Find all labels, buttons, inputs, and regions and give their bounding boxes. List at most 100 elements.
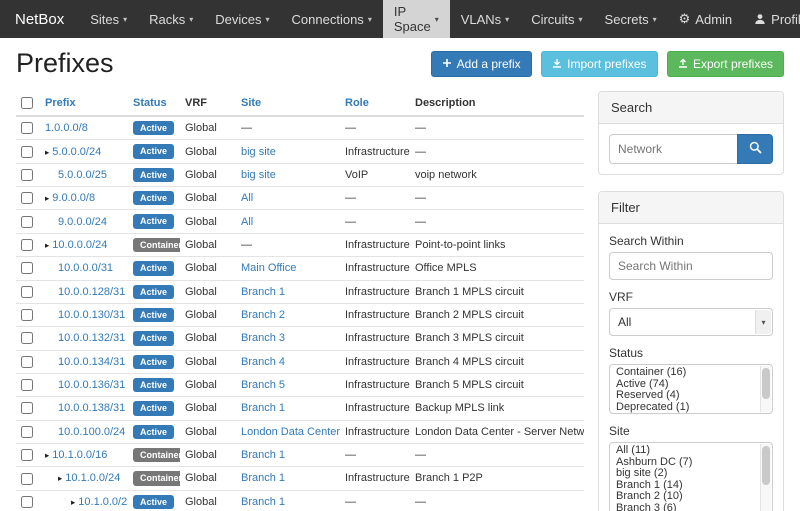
nav-item-devices[interactable]: Devices▾: [204, 0, 280, 38]
prefix-link[interactable]: 10.0.0.128/31: [58, 286, 125, 298]
nav-item-ip-space[interactable]: IP Space▾: [383, 0, 450, 38]
export-prefixes-button[interactable]: Export prefixes: [667, 51, 784, 77]
search-input[interactable]: [609, 134, 737, 164]
sort-status-header[interactable]: Status: [133, 97, 167, 109]
status-option[interactable]: Reserved (4): [611, 390, 758, 402]
site-option[interactable]: All (11): [611, 445, 758, 457]
site-option[interactable]: Branch 1 (14): [611, 480, 758, 492]
site-option[interactable]: Branch 2 (10): [611, 491, 758, 503]
site-option[interactable]: big site (2): [611, 468, 758, 480]
site-link[interactable]: All: [241, 216, 253, 228]
row-checkbox[interactable]: [21, 356, 33, 368]
prefix-link[interactable]: 10.0.0.0/24: [52, 239, 107, 251]
row-checkbox[interactable]: [21, 169, 33, 181]
site-link[interactable]: Branch 2: [241, 309, 285, 321]
prefix-link[interactable]: 10.1.0.0/16: [52, 449, 107, 461]
site-link[interactable]: Branch 1: [241, 286, 285, 298]
scrollbar[interactable]: [760, 444, 771, 511]
site-link[interactable]: big site: [241, 146, 276, 158]
role-cell: Infrastructure: [340, 420, 410, 443]
site-link[interactable]: Branch 4: [241, 356, 285, 368]
nav-item-vlans[interactable]: VLANs▾: [450, 0, 520, 38]
row-checkbox[interactable]: [21, 146, 33, 158]
site-link[interactable]: All: [241, 192, 253, 204]
brand[interactable]: NetBox: [0, 0, 79, 38]
site-link[interactable]: Branch 1: [241, 472, 285, 484]
nav-item-racks[interactable]: Racks▾: [138, 0, 204, 38]
admin-link[interactable]: ⚙ Admin: [668, 0, 744, 38]
site-link[interactable]: London Data Center: [241, 426, 340, 438]
row-checkbox[interactable]: [21, 216, 33, 228]
site-option[interactable]: Branch 3 (6): [611, 503, 758, 511]
row-checkbox[interactable]: [21, 286, 33, 298]
sort-prefix-header[interactable]: Prefix: [45, 97, 76, 109]
search-button[interactable]: [737, 134, 773, 164]
nav-item-connections[interactable]: Connections▾: [281, 0, 383, 38]
status-option[interactable]: Container (16): [611, 367, 758, 379]
site-multiselect[interactable]: All (11) Ashburn DC (7) big site (2) Bra…: [609, 442, 773, 511]
import-prefixes-button[interactable]: Import prefixes: [541, 51, 657, 77]
role-cell: Infrastructure: [340, 233, 410, 256]
page-header: Prefixes Add a prefix Import prefixes Ex…: [16, 38, 784, 91]
nav-item-secrets[interactable]: Secrets▾: [594, 0, 668, 38]
prefix-link[interactable]: 10.0.0.132/31: [58, 332, 125, 344]
sort-role-header[interactable]: Role: [345, 97, 369, 109]
table-row: ▸10.1.0.0/25 Active Global Branch 1 — —: [16, 490, 584, 511]
vrf-header: VRF: [180, 91, 236, 116]
add-prefix-button[interactable]: Add a prefix: [431, 51, 532, 77]
role-cell: Infrastructure: [340, 373, 410, 396]
row-checkbox[interactable]: [21, 192, 33, 204]
select-all-checkbox[interactable]: [21, 97, 33, 109]
row-checkbox[interactable]: [21, 332, 33, 344]
row-checkbox[interactable]: [21, 473, 33, 485]
row-checkbox[interactable]: [21, 239, 33, 251]
table-row: ▸5.0.0.0/24 Active Global big site Infra…: [16, 140, 584, 163]
prefix-link[interactable]: 9.0.0.0/8: [52, 192, 95, 204]
prefix-link[interactable]: 10.0.0.136/31: [58, 379, 125, 391]
site-link[interactable]: Branch 1: [241, 402, 285, 414]
prefix-link[interactable]: 10.0.0.0/31: [58, 262, 113, 274]
site-link[interactable]: Branch 5: [241, 379, 285, 391]
site-option[interactable]: Ashburn DC (7): [611, 457, 758, 469]
prefix-link[interactable]: 10.0.0.138/31: [58, 402, 125, 414]
row-checkbox[interactable]: [21, 402, 33, 414]
prefix-link[interactable]: 9.0.0.0/24: [58, 216, 107, 228]
nav-item-sites[interactable]: Sites▾: [79, 0, 138, 38]
prefix-link[interactable]: 10.0.100.0/24: [58, 426, 125, 438]
vrf-cell: Global: [180, 187, 236, 210]
row-checkbox[interactable]: [21, 496, 33, 508]
prefix-link[interactable]: 5.0.0.0/25: [58, 169, 107, 181]
import-prefixes-label: Import prefixes: [567, 57, 646, 71]
status-option[interactable]: Deprecated (1): [611, 402, 758, 414]
row-checkbox[interactable]: [21, 122, 33, 134]
sort-site-header[interactable]: Site: [241, 97, 261, 109]
status-multiselect[interactable]: Container (16) Active (74) Reserved (4) …: [609, 364, 773, 414]
prefix-link[interactable]: 1.0.0.0/8: [45, 122, 88, 134]
prefix-link[interactable]: 10.1.0.0/24: [65, 472, 120, 484]
prefix-link[interactable]: 10.1.0.0/25: [78, 496, 128, 508]
row-checkbox[interactable]: [21, 309, 33, 321]
site-link[interactable]: big site: [241, 169, 276, 181]
search-within-input[interactable]: [609, 252, 773, 280]
site-link[interactable]: Branch 3: [241, 332, 285, 344]
vrf-select[interactable]: All ▾: [609, 308, 773, 336]
scrollbar[interactable]: [760, 366, 771, 412]
site-link[interactable]: Branch 1: [241, 449, 285, 461]
row-checkbox[interactable]: [21, 262, 33, 274]
chevron-down-icon: ▾: [653, 15, 657, 24]
chevron-down-icon: ▾: [368, 15, 372, 24]
prefix-link[interactable]: 10.0.0.134/31: [58, 356, 125, 368]
row-checkbox[interactable]: [21, 426, 33, 438]
status-option[interactable]: Active (74): [611, 379, 758, 391]
site-link[interactable]: Main Office: [241, 262, 296, 274]
prefix-link[interactable]: 10.0.0.130/31: [58, 309, 125, 321]
status-badge: Container: [133, 238, 180, 252]
role-cell: Infrastructure: [340, 350, 410, 373]
nav-item-circuits[interactable]: Circuits▾: [520, 0, 593, 38]
prefix-link[interactable]: 5.0.0.0/24: [52, 146, 101, 158]
row-checkbox[interactable]: [21, 379, 33, 391]
site-link[interactable]: Branch 1: [241, 496, 285, 508]
status-badge: Container: [133, 448, 180, 462]
profile-link[interactable]: Profile: [743, 0, 800, 38]
row-checkbox[interactable]: [21, 449, 33, 461]
